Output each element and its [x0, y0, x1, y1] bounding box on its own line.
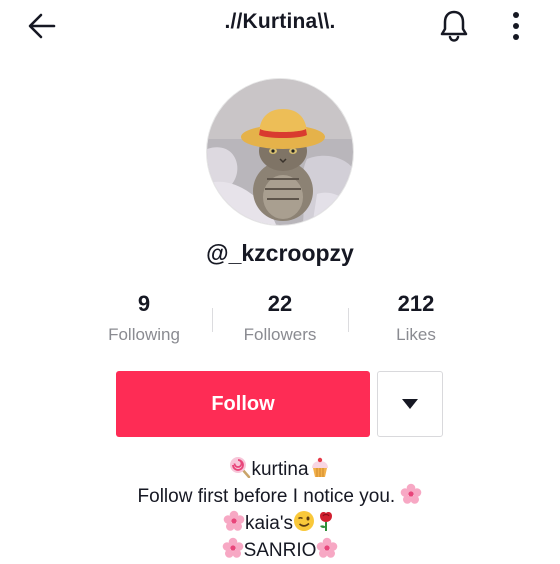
likes-label: Likes [396, 325, 436, 344]
bell-icon [440, 10, 468, 42]
avatar[interactable] [206, 78, 354, 226]
caret-down-icon [402, 399, 418, 409]
following-count: 9 [137, 291, 151, 316]
bio-tagline: Follow first before I notice you. [137, 486, 396, 507]
cherry-blossom-icon [401, 483, 422, 504]
bio-friend: kaia's [245, 513, 293, 534]
bio-sanrio: SANRIO [243, 540, 317, 561]
following-label: Following [108, 325, 180, 344]
follow-button[interactable]: Follow [116, 371, 370, 437]
bio-line-3: kaia's [40, 510, 520, 537]
winking-face-icon [293, 511, 314, 531]
cherry-blossom-icon [222, 537, 243, 558]
likes-count: 212 [397, 291, 435, 316]
suggested-accounts-dropdown-button[interactable] [377, 371, 443, 437]
bio-name: kurtina [251, 459, 309, 480]
bio-line-2: Follow first before I notice you. [40, 483, 520, 510]
notification-button[interactable] [434, 6, 474, 46]
top-bar: .//Kurtina\\. [0, 0, 560, 52]
more-vertical-icon [513, 12, 519, 40]
cupcake-icon [311, 457, 328, 477]
followers-count: 22 [267, 291, 293, 316]
followers-label: Followers [243, 325, 317, 344]
avatar-image [207, 79, 353, 225]
back-button[interactable] [22, 8, 62, 44]
lollipop-icon [230, 457, 251, 478]
rose-icon [319, 512, 332, 531]
profile-stats: 9 Following 22 Followers 212 Likes [76, 290, 484, 354]
page-title: .//Kurtina\\. [224, 10, 336, 33]
username: @_kzcroopzy [206, 240, 354, 266]
more-options-button[interactable] [500, 6, 532, 46]
bio-line-1: kurtina [40, 456, 520, 483]
cherry-blossom-icon [223, 510, 245, 531]
stat-likes[interactable]: 212 Likes [348, 290, 484, 346]
stat-followers[interactable]: 22 Followers [212, 290, 348, 346]
stat-following[interactable]: 9 Following [76, 290, 212, 346]
cherry-blossom-icon [317, 537, 338, 558]
profile-bio: kurtina Follow first before I notice you… [40, 456, 520, 564]
arrow-left-icon [28, 13, 56, 39]
